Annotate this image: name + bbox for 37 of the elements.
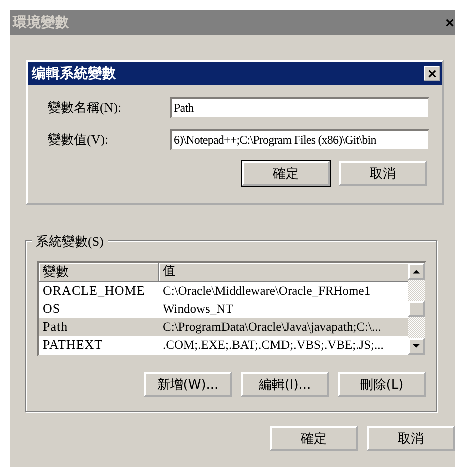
window-title: 環境變數 bbox=[13, 14, 69, 32]
group-label: 系統變數(S) bbox=[32, 233, 108, 251]
list-row[interactable]: OS Windows_NT bbox=[39, 300, 408, 318]
button[interactable]: 取消 bbox=[367, 426, 455, 451]
button[interactable]: 取消 bbox=[339, 161, 427, 186]
input-field[interactable]: 6)\Notepad++;C:\Program Files (x86)\Git\bin bbox=[170, 129, 430, 151]
column-header[interactable]: 值 bbox=[159, 263, 408, 281]
table-cell-text: OS bbox=[42, 301, 62, 317]
button[interactable]: 刪除(L) bbox=[338, 372, 426, 397]
field-label: 變數值(V): bbox=[48, 131, 110, 149]
close-icon bbox=[446, 18, 454, 26]
table-cell-text: C:\Oracle\Middleware\Oracle_FRHome1 bbox=[162, 284, 372, 298]
close-button[interactable] bbox=[424, 66, 440, 81]
input-field[interactable]: Path bbox=[170, 97, 430, 119]
list-row[interactable]: ORACLE_HOME C:\Oracle\Middleware\Oracle_FRHome1 bbox=[39, 282, 408, 300]
scrollbar[interactable] bbox=[408, 263, 425, 355]
button[interactable]: 新增(W)... bbox=[144, 372, 232, 397]
close-icon bbox=[428, 70, 436, 78]
scroll-down-button[interactable] bbox=[408, 338, 425, 355]
button[interactable]: 確定 bbox=[270, 426, 358, 451]
table-cell-text: ORACLE_HOME bbox=[42, 283, 146, 299]
scroll-up-button[interactable] bbox=[408, 263, 425, 280]
table-cell-text: C:\ProgramData\Oracle\Java\javapath;C:\... bbox=[162, 320, 382, 334]
button[interactable]: 確定 bbox=[242, 161, 330, 186]
table-cell-text: .COM;.EXE;.BAT;.CMD;.VBS;.VBE;.JS;... bbox=[162, 338, 385, 352]
list-row[interactable]: PATHEXT .COM;.EXE;.BAT;.CMD;.VBS;.VBE;.JS;... bbox=[39, 336, 408, 354]
table-cell-text: PATHEXT bbox=[42, 337, 104, 353]
column-header[interactable]: 變數 bbox=[39, 263, 159, 281]
list-row[interactable]: Path C:\ProgramData\Oracle\Java\javapath;C:\... bbox=[39, 318, 408, 336]
scroll-thumb[interactable] bbox=[408, 301, 425, 317]
field-label: 變數名稱(N): bbox=[48, 99, 123, 117]
up-arrow-icon bbox=[413, 269, 420, 274]
button[interactable]: 編輯(I)... bbox=[241, 372, 329, 397]
table-cell-text: Path bbox=[42, 319, 70, 335]
dialog-title: 编輯系統變數 bbox=[32, 64, 116, 82]
table-cell-text: Windows_NT bbox=[162, 302, 234, 316]
down-arrow-icon bbox=[413, 344, 420, 349]
